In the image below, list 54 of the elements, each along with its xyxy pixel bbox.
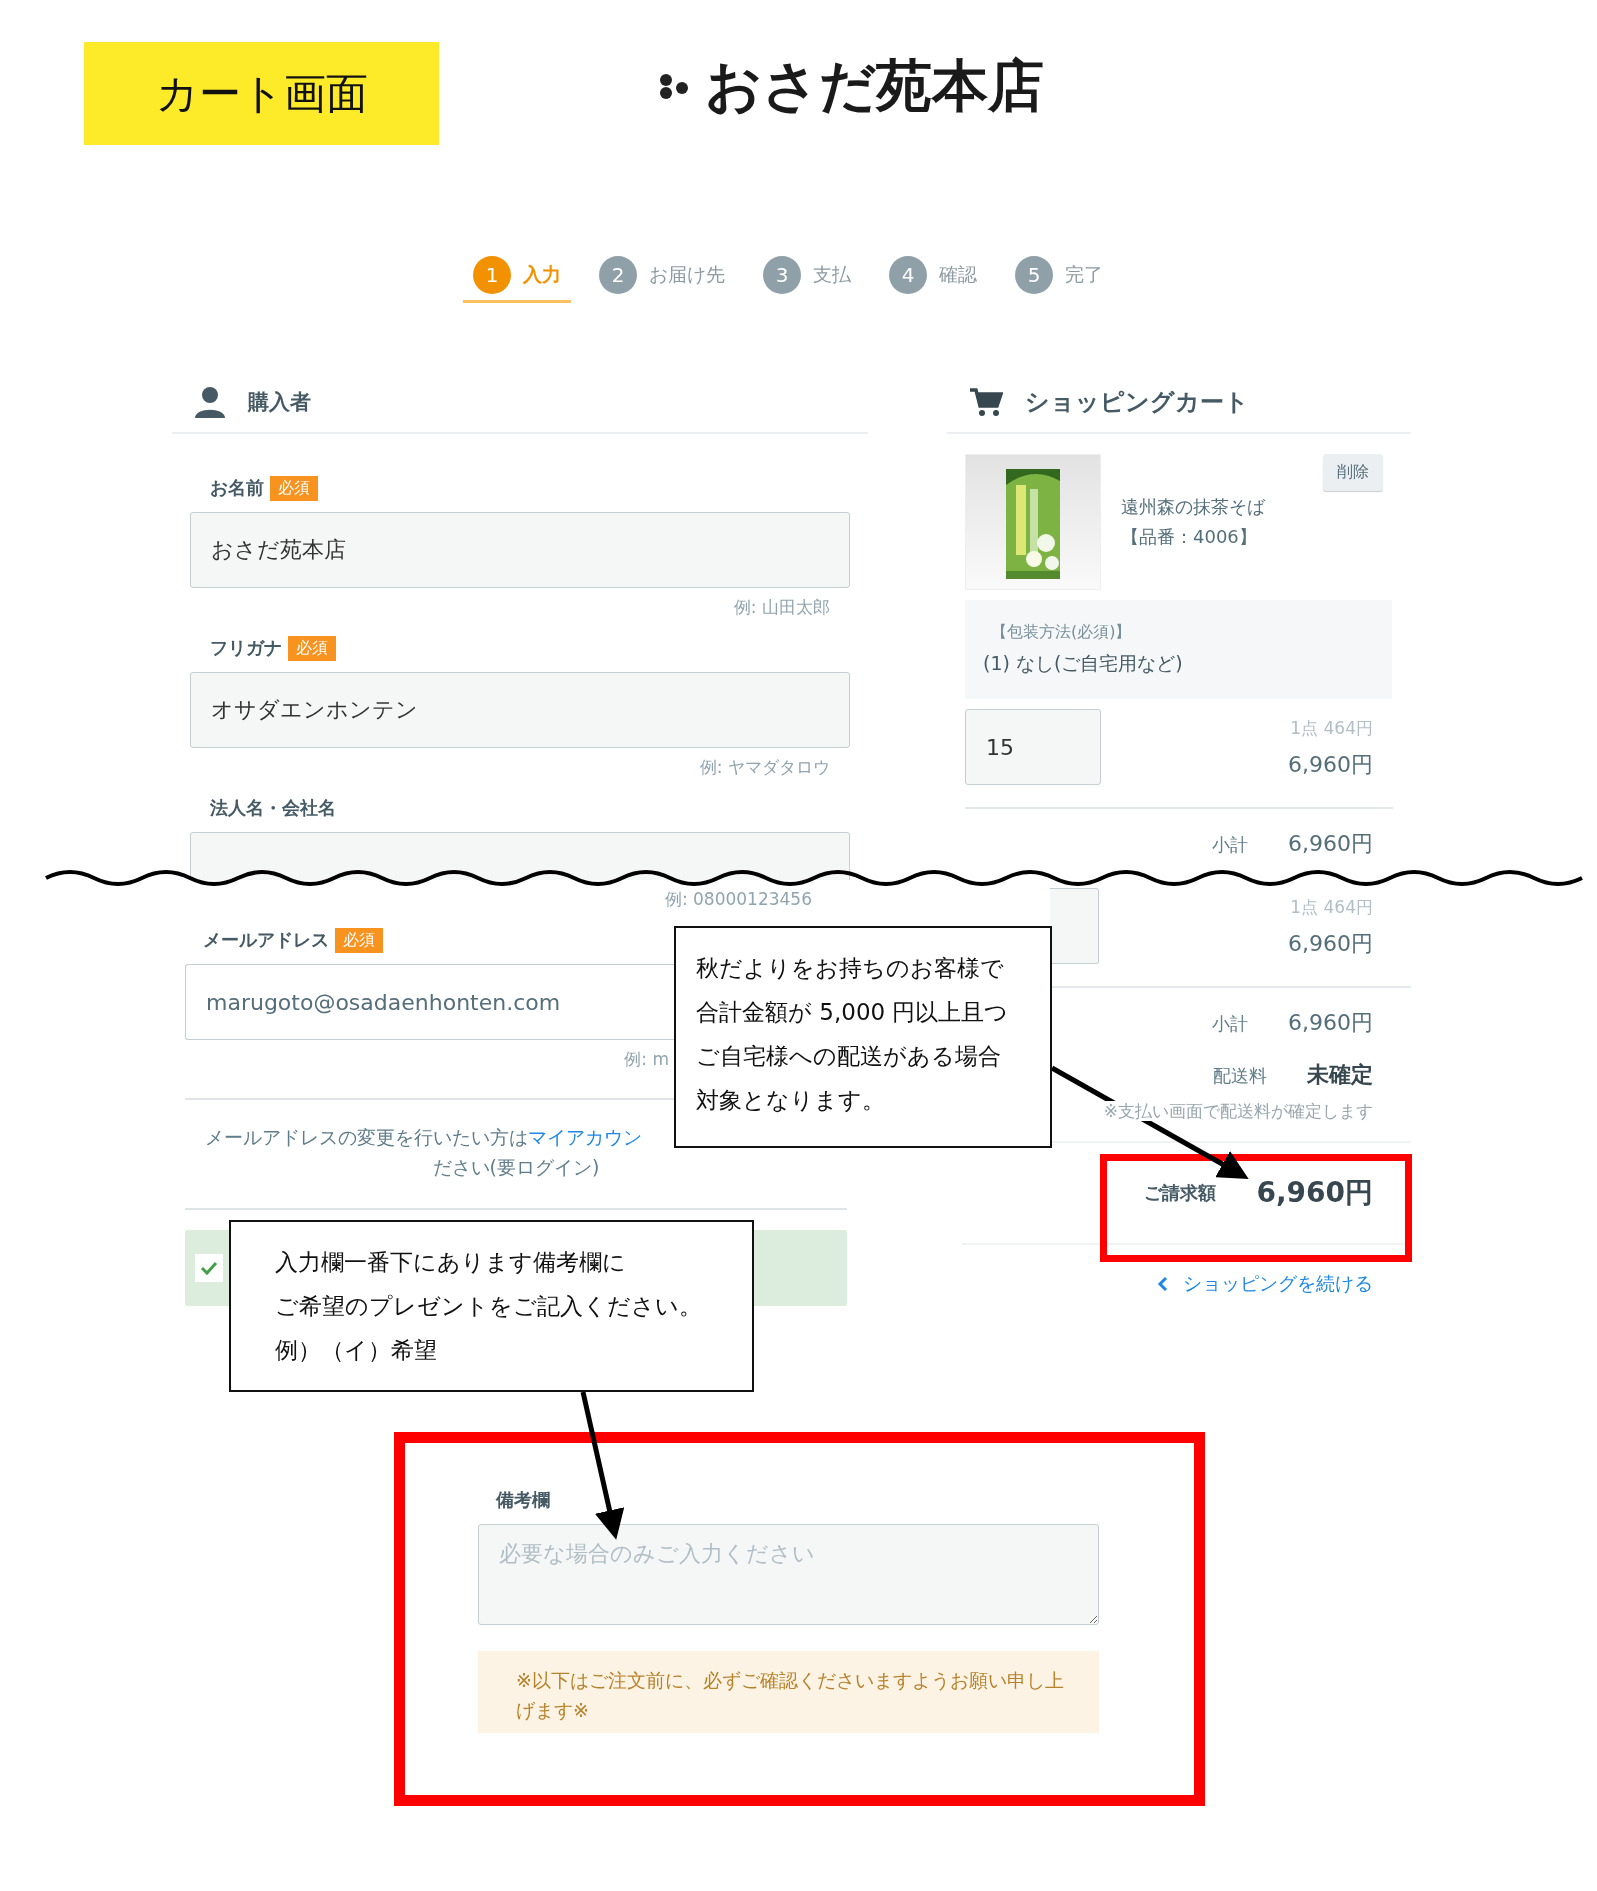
email-change-note: メールアドレスの変更を行いたい方はマイアカウン ださい(要ログイン): [204, 1125, 643, 1180]
subtotal-value: 6,960円: [1288, 830, 1373, 858]
line-total: 6,960円: [1288, 930, 1373, 958]
logo-dots-icon: [657, 73, 691, 100]
subtotal-label: 小計: [1212, 1012, 1248, 1036]
unit-price: 1点 464円: [1289, 896, 1373, 919]
step-tab[interactable]: 4 確認: [879, 250, 987, 300]
total-label: ご請求額: [1144, 1181, 1217, 1205]
subtotal-label: 小計: [1212, 833, 1248, 857]
section-title: 購入者: [248, 389, 311, 416]
remarks-field[interactable]: 必要な場合のみご入力ください: [478, 1524, 1099, 1625]
input-field[interactable]: オサダエンホンテン: [190, 672, 850, 748]
example-hint: 例: ヤマダタロウ: [698, 756, 831, 779]
person-icon: [194, 386, 226, 418]
example-hint: 例: m: [624, 1049, 669, 1069]
checkbox[interactable]: [195, 1254, 223, 1282]
callout-note: 秋だよりをお持ちのお客様で 合計金額が 5,000 円以上且つ ご自宅様への配送がある場合 対象となります。: [674, 926, 1052, 1148]
section-title: ショッピングカート: [1025, 387, 1249, 418]
required-badge: 必須: [335, 927, 383, 953]
chevron-icon: [1157, 1276, 1169, 1292]
step-tab[interactable]: 5 完了: [1005, 250, 1113, 300]
option-label: 【包装方法(必須)】: [990, 622, 1133, 643]
quantity-field[interactable]: 15: [965, 709, 1101, 785]
shop-logo[interactable]: おさだ苑本店: [699, 50, 1050, 123]
my-account-link[interactable]: マイアカウン: [528, 1126, 642, 1148]
subtotal-value: 6,960円: [1288, 1009, 1373, 1037]
cart-icon: [969, 387, 1003, 417]
shipping-note: ※支払い画面で配送料が確定します: [1103, 1101, 1373, 1121]
shipping-label: 配送料: [1213, 1064, 1267, 1088]
option-value: (1) なし(ご自宅用など): [983, 651, 1184, 676]
line-total: 6,960円: [1288, 751, 1373, 779]
field-label: お名前: [210, 476, 264, 500]
callout-note: 入力欄一番下にあります備考欄に ご希望のプレゼントをご記入ください。 例）（イ）希望: [229, 1220, 754, 1392]
example-hint: 例: 山田太郎: [732, 596, 831, 619]
shipping-value: 未確定: [1307, 1061, 1373, 1089]
continue-shopping-link[interactable]: ショッピングを続ける: [1157, 1271, 1373, 1297]
field-label: 法人名・会社名: [210, 796, 336, 820]
step-tab[interactable]: 2 お届け先: [589, 250, 735, 300]
field-label: フリガナ: [210, 636, 282, 660]
annotation-label: カート画面: [84, 42, 439, 145]
input-field[interactable]: おさだ苑本店: [190, 512, 850, 588]
step-tab[interactable]: 3 支払: [753, 250, 861, 300]
required-badge: 必須: [288, 635, 336, 661]
unit-price: 1点 464円: [1289, 717, 1373, 740]
delete-button[interactable]: 削除: [1323, 454, 1383, 491]
notice-message: ※以下はご注文前に、必ずご確認くださいますようお願い申し上げます※: [478, 1651, 1099, 1733]
total-value: 6,960円: [1256, 1175, 1373, 1211]
example-hint: 例: 08000123456: [663, 888, 813, 911]
field-label: メールアドレス: [203, 928, 329, 952]
required-badge: 必須: [270, 475, 318, 501]
product-name[interactable]: 遠州森の抹茶そば【品番：4006】: [1121, 454, 1296, 552]
quantity-field[interactable]: [1050, 888, 1099, 964]
input-field[interactable]: marugoto@osadaenhonten.com: [185, 964, 674, 1040]
field-label: 備考欄: [494, 1488, 551, 1512]
